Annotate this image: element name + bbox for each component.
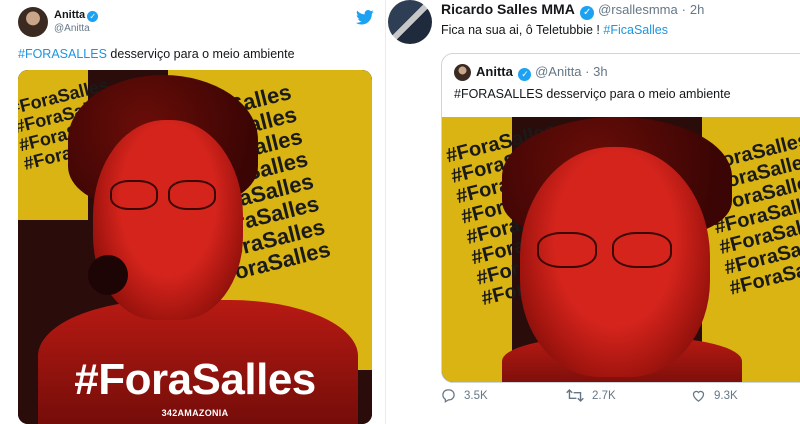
like-count: 9.3K [714, 389, 738, 402]
twitter-bird-icon[interactable] [356, 10, 374, 25]
heart-icon [692, 390, 705, 402]
tweet-text: Fica na sua ai, ô Teletubbie ! #FicaSall… [441, 23, 668, 37]
forasalles-artwork-crop: #ForaSalles #ForaSalles #ForaSalles #For… [442, 117, 800, 382]
quoted-handle: @Anitta [535, 64, 582, 79]
author-handle[interactable]: @rsallesmma [598, 2, 678, 17]
verified-badge-icon: ✓ [518, 68, 532, 81]
tweet-text-body: desserviço para o meio ambiente [106, 47, 295, 61]
tweet-image[interactable]: #ForaSalles #ForaSalles #ForaSalles #For… [18, 70, 372, 424]
tweet-text: #FORASALLES desserviço para o meio ambie… [18, 47, 295, 61]
author-handle[interactable]: @Anitta [54, 23, 90, 34]
hashtag-link[interactable]: #FORASALLES [18, 47, 107, 61]
right-tweet: Ricardo Salles MMA ✓ @rsallesmma · 2h Fi… [386, 0, 800, 424]
tweet-timestamp[interactable]: 2h [690, 2, 704, 17]
tweet-text-body: Fica na sua ai, ô Teletubbie ! [441, 23, 604, 37]
forasalles-artwork: #ForaSalles #ForaSalles #ForaSalles #For… [18, 70, 372, 424]
artwork-brand: 342AMAZONIA [161, 408, 229, 418]
author-name-line[interactable]: Anitta ✓ [54, 9, 99, 22]
tweet-actions: 3.5K 2.7K 9.3K [441, 388, 800, 408]
retweet-icon [566, 388, 584, 403]
quoted-timestamp: 3h [593, 64, 608, 79]
author-header: Ricardo Salles MMA ✓ @rsallesmma · 2h [441, 1, 704, 20]
quoted-avatar [454, 64, 471, 81]
meta-separator: · [585, 64, 590, 79]
retweet-count: 2.7K [592, 389, 616, 402]
like-button[interactable]: 9.3K [691, 388, 738, 403]
author-name[interactable]: Anitta [54, 9, 85, 21]
quoted-tweet[interactable]: Anitta ✓ @Anitta · 3h #FORASALLES desser… [441, 53, 800, 383]
reply-icon [442, 389, 455, 403]
verified-badge-icon: ✓ [87, 11, 99, 22]
artwork-title: #ForaSalles [74, 355, 316, 404]
hashtag-link[interactable]: #FicaSalles [603, 23, 668, 37]
verified-badge-icon: ✓ [580, 6, 595, 20]
ricardo-salles-avatar[interactable] [388, 0, 432, 44]
reply-button[interactable]: 3.5K [441, 388, 488, 403]
quoted-header: Anitta ✓ @Anitta · 3h [476, 64, 608, 81]
quoted-text: #FORASALLES desserviço para o meio ambie… [454, 87, 731, 101]
anitta-avatar[interactable] [18, 7, 48, 37]
quoted-author-name: Anitta [476, 64, 513, 79]
meta-separator: · [681, 2, 686, 17]
retweet-button[interactable]: 2.7K [566, 388, 616, 403]
left-tweet: Anitta ✓ @Anitta #FORASALLES desserviço p… [0, 0, 385, 424]
reply-count: 3.5K [464, 389, 488, 402]
author-name[interactable]: Ricardo Salles MMA [441, 1, 574, 17]
quoted-image[interactable]: #ForaSalles #ForaSalles #ForaSalles #For… [442, 117, 800, 382]
